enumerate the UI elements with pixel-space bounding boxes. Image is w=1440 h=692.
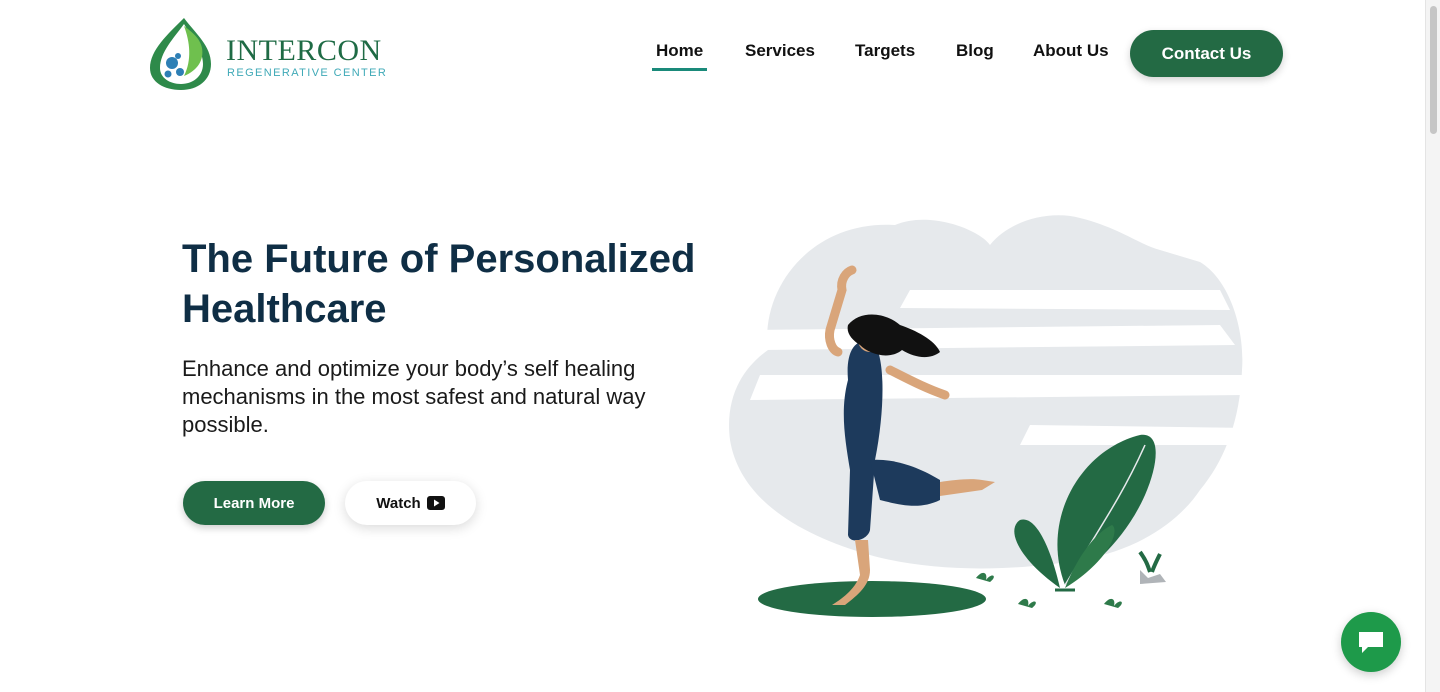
youtube-play-icon [426, 496, 445, 510]
watch-label: Watch [376, 494, 421, 512]
brand-name: INTERCON [226, 34, 382, 67]
page-scrollbar[interactable] [1425, 0, 1440, 692]
brand-logo[interactable]: INTERCON REGENERATIVE CENTER [148, 16, 388, 92]
nav-services[interactable]: Services [745, 40, 815, 62]
learn-more-button[interactable]: Learn More [183, 481, 325, 525]
brand-tagline: REGENERATIVE CENTER [227, 67, 388, 79]
nav-about-us[interactable]: About Us [1033, 40, 1109, 62]
chat-button[interactable] [1341, 612, 1401, 672]
hero-subtitle: Enhance and optimize your body’s self he… [182, 356, 646, 437]
hero-title: The Future of Personalized Healthcare [182, 237, 696, 331]
watch-button[interactable]: Watch [345, 481, 476, 525]
nav-targets[interactable]: Targets [855, 40, 915, 62]
nav-blog[interactable]: Blog [956, 40, 994, 62]
scrollbar-thumb[interactable] [1430, 6, 1437, 134]
contact-us-button[interactable]: Contact Us [1130, 30, 1283, 77]
logo-drop-icon [150, 18, 211, 90]
dancing-woman-illustration [729, 215, 1250, 617]
chat-bubble-icon [1359, 632, 1383, 653]
nav-home[interactable]: Home [651, 40, 708, 71]
